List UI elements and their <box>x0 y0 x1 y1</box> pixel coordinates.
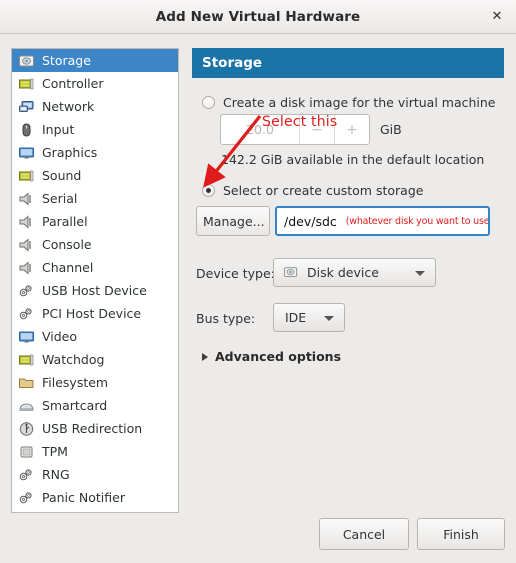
advanced-options-expander[interactable]: Advanced options <box>202 349 341 364</box>
device-type-dropdown[interactable]: Disk device <box>273 258 436 287</box>
window-titlebar: Add New Virtual Hardware ✕ <box>0 0 516 34</box>
sidebar-item-smartcard[interactable]: Smartcard <box>12 394 178 417</box>
panic-gears-icon <box>18 490 35 506</box>
sidebar-item-tpm[interactable]: TPM <box>12 440 178 463</box>
finish-button[interactable]: Finish <box>417 518 505 550</box>
cancel-button[interactable]: Cancel <box>319 518 409 550</box>
sidebar-item-label: Controller <box>42 76 104 91</box>
bus-type-value: IDE <box>285 310 307 325</box>
console-port-icon <box>18 237 35 253</box>
smartcard-icon <box>18 398 35 414</box>
sidebar-item-usb-host-device[interactable]: USB Host Device <box>12 279 178 302</box>
sound-card-icon <box>18 168 35 184</box>
manage-button[interactable]: Manage... <box>196 206 270 236</box>
chevron-right-icon <box>202 352 208 361</box>
sidebar-item-watchdog[interactable]: Watchdog <box>12 348 178 371</box>
custom-storage-label: Select or create custom storage <box>223 183 424 198</box>
bus-type-dropdown[interactable]: IDE <box>273 303 345 332</box>
sidebar-item-console[interactable]: Console <box>12 233 178 256</box>
sidebar-item-label: PCI Host Device <box>42 306 142 321</box>
pci-host-gears-icon <box>18 306 35 322</box>
sidebar-item-label: Parallel <box>42 214 88 229</box>
sidebar-item-label: Serial <box>42 191 78 206</box>
sidebar-item-input[interactable]: Input <box>12 118 178 141</box>
sidebar-item-filesystem[interactable]: Filesystem <box>12 371 178 394</box>
sidebar-item-channel[interactable]: Channel <box>12 256 178 279</box>
storage-path-value: /dev/sdc <box>284 213 337 229</box>
sidebar-item-rng[interactable]: RNG <box>12 463 178 486</box>
sidebar-item-pci-host-device[interactable]: PCI Host Device <box>12 302 178 325</box>
sidebar-item-label: Panic Notifier <box>42 490 125 505</box>
sidebar-item-parallel[interactable]: Parallel <box>12 210 178 233</box>
pane-title: Storage <box>202 55 263 71</box>
create-disk-image-radio-row[interactable]: Create a disk image for the virtual mach… <box>202 95 496 110</box>
device-type-value: Disk device <box>307 265 379 280</box>
graphics-monitor-icon <box>18 145 35 161</box>
sidebar-item-label: RNG <box>42 467 70 482</box>
sidebar-item-label: Smartcard <box>42 398 108 413</box>
sidebar-item-label: Input <box>42 122 75 137</box>
device-type-label: Device type: <box>196 266 275 281</box>
sidebar-item-label: TPM <box>42 444 68 459</box>
sidebar-item-label: USB Host Device <box>42 283 147 298</box>
pane-header: Storage <box>192 48 504 78</box>
sidebar-item-controller[interactable]: Controller <box>12 72 178 95</box>
close-icon[interactable]: ✕ <box>486 6 508 28</box>
sidebar-item-label: Console <box>42 237 92 252</box>
sidebar-item-label: Sound <box>42 168 82 183</box>
serial-port-icon <box>18 191 35 207</box>
folder-icon <box>18 375 35 391</box>
sidebar-item-storage[interactable]: Storage <box>12 49 178 72</box>
input-mouse-icon <box>18 122 35 138</box>
sidebar-item-label: USB Redirection <box>42 421 143 436</box>
sidebar-item-sound[interactable]: Sound <box>12 164 178 187</box>
annotation-select-this: Select this <box>262 114 338 130</box>
sidebar-item-label: Watchdog <box>42 352 105 367</box>
sidebar-item-label: Channel <box>42 260 94 275</box>
create-disk-image-label: Create a disk image for the virtual mach… <box>223 95 496 110</box>
available-space-label: 142.2 GiB available in the default locat… <box>221 152 485 167</box>
channel-port-icon <box>18 260 35 276</box>
hardware-category-list[interactable]: Storage Controller Network Input Graphics Sou… <box>11 48 179 513</box>
chevron-down-icon <box>415 270 425 276</box>
controller-icon <box>18 76 35 92</box>
usb-host-gears-icon <box>18 283 35 299</box>
window-title: Add New Virtual Hardware <box>155 9 361 25</box>
sidebar-item-panic-notifier[interactable]: Panic Notifier <box>12 486 178 509</box>
sidebar-item-label: Storage <box>42 53 91 68</box>
create-disk-image-radio[interactable] <box>202 96 215 109</box>
sidebar-item-video[interactable]: Video <box>12 325 178 348</box>
sidebar-item-label: Filesystem <box>42 375 109 390</box>
sidebar-item-label: Video <box>42 329 78 344</box>
storage-icon <box>18 53 35 69</box>
bus-type-label: Bus type: <box>196 311 256 326</box>
chevron-down-icon <box>324 315 334 321</box>
storage-path-annotation: (whatever disk you want to use) <box>345 215 490 227</box>
sidebar-item-serial[interactable]: Serial <box>12 187 178 210</box>
usb-redirection-icon <box>18 421 35 437</box>
sidebar-item-graphics[interactable]: Graphics <box>12 141 178 164</box>
sidebar-item-network[interactable]: Network <box>12 95 178 118</box>
watchdog-card-icon <box>18 352 35 368</box>
sidebar-item-usb-redirection[interactable]: USB Redirection <box>12 417 178 440</box>
network-icon <box>18 99 35 115</box>
custom-storage-radio-row[interactable]: Select or create custom storage <box>202 183 423 198</box>
disk-device-icon <box>283 265 300 281</box>
disk-size-unit-label: GiB <box>380 122 402 137</box>
tpm-chip-icon <box>18 444 35 460</box>
custom-storage-radio[interactable] <box>202 184 215 197</box>
sidebar-item-label: Graphics <box>42 145 98 160</box>
parallel-port-icon <box>18 214 35 230</box>
sidebar-item-label: Network <box>42 99 95 114</box>
disk-size-increment-button[interactable]: + <box>334 115 369 144</box>
video-monitor-icon <box>18 329 35 345</box>
rng-gears-icon <box>18 467 35 483</box>
storage-path-input[interactable]: /dev/sdc (whatever disk you want to use) <box>275 206 490 236</box>
advanced-options-label: Advanced options <box>215 349 342 364</box>
